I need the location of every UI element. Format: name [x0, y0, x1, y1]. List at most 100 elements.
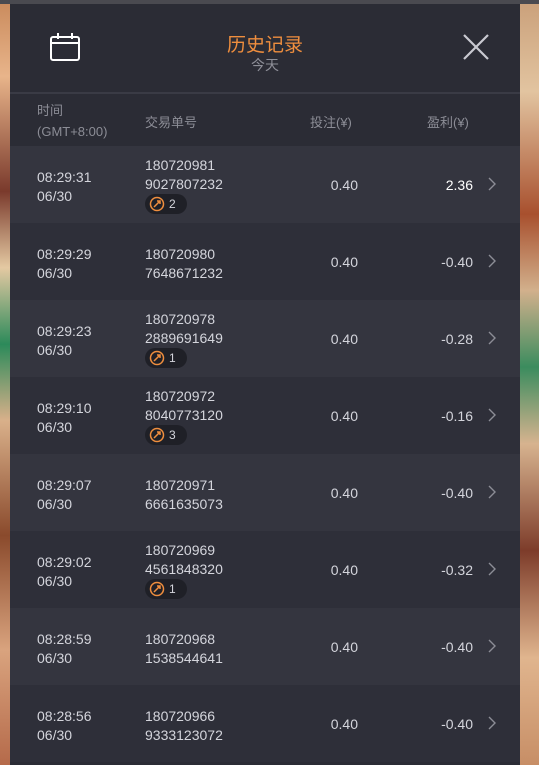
row-bet: 0.40 — [330, 254, 358, 270]
table-row[interactable]: 08:29:31 06/30 180720981 9027807232 2 0.40 2.3… — [10, 146, 520, 223]
table-row[interactable]: 08:28:56 06/30 180720966 9333123072 0.40 -0.4… — [10, 685, 520, 762]
row-bet: 0.40 — [330, 177, 358, 193]
row-profit: -0.32 — [441, 562, 473, 578]
row-profit: -0.40 — [441, 485, 473, 501]
row-bet: 0.40 — [330, 562, 358, 578]
row-bet: 0.40 — [330, 408, 358, 424]
row-timestamp: 08:29:10 06/30 — [37, 399, 92, 437]
background-left-edge — [0, 0, 10, 765]
row-order-id-line1: 180720971 — [145, 477, 216, 493]
row-order-id-line2: 4561848320 — [145, 561, 223, 577]
row-order-id-line1: 180720969 — [145, 542, 216, 558]
row-profit: -0.40 — [441, 639, 473, 655]
column-header-time: 时间 — [37, 103, 64, 118]
chevron-right-icon[interactable] — [488, 485, 496, 499]
row-date: 06/30 — [37, 265, 73, 281]
row-order-id-line2: 1538544641 — [145, 650, 223, 666]
chevron-right-icon[interactable] — [488, 639, 496, 653]
row-time: 08:29:07 — [37, 477, 92, 493]
row-timestamp: 08:29:29 06/30 — [37, 245, 92, 283]
free-spin-badge: 2 — [145, 194, 187, 214]
row-order-id-line2: 7648671232 — [145, 265, 223, 281]
table-row[interactable]: 08:29:10 06/30 180720972 8040773120 3 0.40 -0.… — [10, 377, 520, 454]
row-time: 08:29:10 — [37, 400, 92, 416]
row-date: 06/30 — [37, 573, 73, 589]
row-order-id-line1: 180720968 — [145, 631, 216, 647]
date-filter-label[interactable]: 今天 — [10, 55, 520, 75]
row-timestamp: 08:29:02 06/30 — [37, 553, 92, 591]
row-bet: 0.40 — [330, 716, 358, 732]
table-row[interactable]: 08:29:23 06/30 180720978 2889691649 1 0.40 -0.… — [10, 300, 520, 377]
badge-count: 3 — [169, 428, 176, 442]
row-order-id-line1: 180720978 — [145, 311, 216, 327]
row-order-id: 180720981 9027807232 — [145, 156, 223, 194]
row-date: 06/30 — [37, 727, 73, 743]
row-bet: 0.40 — [330, 639, 358, 655]
row-timestamp: 08:28:56 06/30 — [37, 707, 92, 745]
row-order-id: 180720968 1538544641 — [145, 630, 223, 668]
chevron-right-icon[interactable] — [488, 562, 496, 576]
table-row[interactable]: 08:28:59 06/30 180720968 1538544641 0.40 -0.4… — [10, 608, 520, 685]
row-bet: 0.40 — [330, 331, 358, 347]
history-panel: 历史记录 今天 时间 (GMT+8:00) 交易单号 投注(¥) 盈利(¥) 0… — [10, 4, 520, 765]
free-spin-badge: 3 — [145, 425, 187, 445]
free-spin-badge: 1 — [145, 348, 187, 368]
row-time: 08:29:23 — [37, 323, 92, 339]
row-order-id: 180720966 9333123072 — [145, 707, 223, 745]
row-order-id-line2: 9027807232 — [145, 176, 223, 192]
row-order-id-line1: 180720972 — [145, 388, 216, 404]
table-row[interactable]: 08:29:29 06/30 180720980 7648671232 0.40 -0.4… — [10, 223, 520, 300]
row-order-id: 180720972 8040773120 — [145, 387, 223, 425]
column-header-profit: 盈利(¥) — [427, 115, 469, 130]
row-profit: -0.40 — [441, 716, 473, 732]
row-time: 08:29:02 — [37, 554, 92, 570]
chevron-right-icon[interactable] — [488, 254, 496, 268]
chevron-right-icon[interactable] — [488, 331, 496, 345]
row-order-id: 180720980 7648671232 — [145, 245, 223, 283]
table-row[interactable]: 08:29:02 06/30 180720969 4561848320 1 0.40 -0.… — [10, 531, 520, 608]
row-timestamp: 08:29:31 06/30 — [37, 168, 92, 206]
row-time: 08:29:31 — [37, 169, 92, 185]
row-order-id-line2: 6661635073 — [145, 496, 223, 512]
row-date: 06/30 — [37, 188, 73, 204]
chevron-right-icon[interactable] — [488, 177, 496, 191]
row-order-id: 180720978 2889691649 — [145, 310, 223, 348]
free-spin-badge: 1 — [145, 579, 187, 599]
page-title: 历史记录 — [226, 35, 303, 56]
row-profit: -0.16 — [441, 408, 473, 424]
row-order-id-line2: 8040773120 — [145, 407, 223, 423]
badge-count: 1 — [169, 582, 176, 596]
background-right-edge — [520, 0, 539, 765]
row-order-id-line1: 180720981 — [145, 157, 216, 173]
row-order-id: 180720969 4561848320 — [145, 541, 223, 579]
spin-icon — [149, 196, 165, 212]
badge-count: 2 — [169, 197, 176, 211]
column-header-order-id: 交易单号 — [145, 115, 198, 130]
row-time: 08:28:59 — [37, 631, 92, 647]
row-date: 06/30 — [37, 496, 73, 512]
row-timestamp: 08:28:59 06/30 — [37, 630, 92, 668]
panel-header: 历史记录 今天 — [10, 4, 520, 92]
row-date: 06/30 — [37, 342, 73, 358]
row-order-id-line2: 2889691649 — [145, 330, 223, 346]
row-profit: 2.36 — [445, 177, 473, 193]
row-date: 06/30 — [37, 650, 73, 666]
row-time: 08:28:56 — [37, 708, 92, 724]
row-timestamp: 08:29:07 06/30 — [37, 476, 92, 514]
row-order-id: 180720971 6661635073 — [145, 476, 223, 514]
row-time: 08:29:29 — [37, 246, 92, 262]
row-order-id-line1: 180720966 — [145, 708, 216, 724]
row-order-id-line2: 9333123072 — [145, 727, 223, 743]
spin-icon — [149, 427, 165, 443]
row-date: 06/30 — [37, 419, 73, 435]
chevron-right-icon[interactable] — [488, 716, 496, 730]
table-header: 时间 (GMT+8:00) 交易单号 投注(¥) 盈利(¥) — [10, 94, 520, 146]
table-row[interactable]: 08:29:07 06/30 180720971 6661635073 0.40 -0.4… — [10, 454, 520, 531]
row-profit: -0.28 — [441, 331, 473, 347]
row-order-id-line1: 180720980 — [145, 246, 216, 262]
spin-icon — [149, 581, 165, 597]
close-icon[interactable] — [461, 32, 491, 62]
column-header-bet: 投注(¥) — [310, 115, 352, 130]
spin-icon — [149, 350, 165, 366]
chevron-right-icon[interactable] — [488, 408, 496, 422]
